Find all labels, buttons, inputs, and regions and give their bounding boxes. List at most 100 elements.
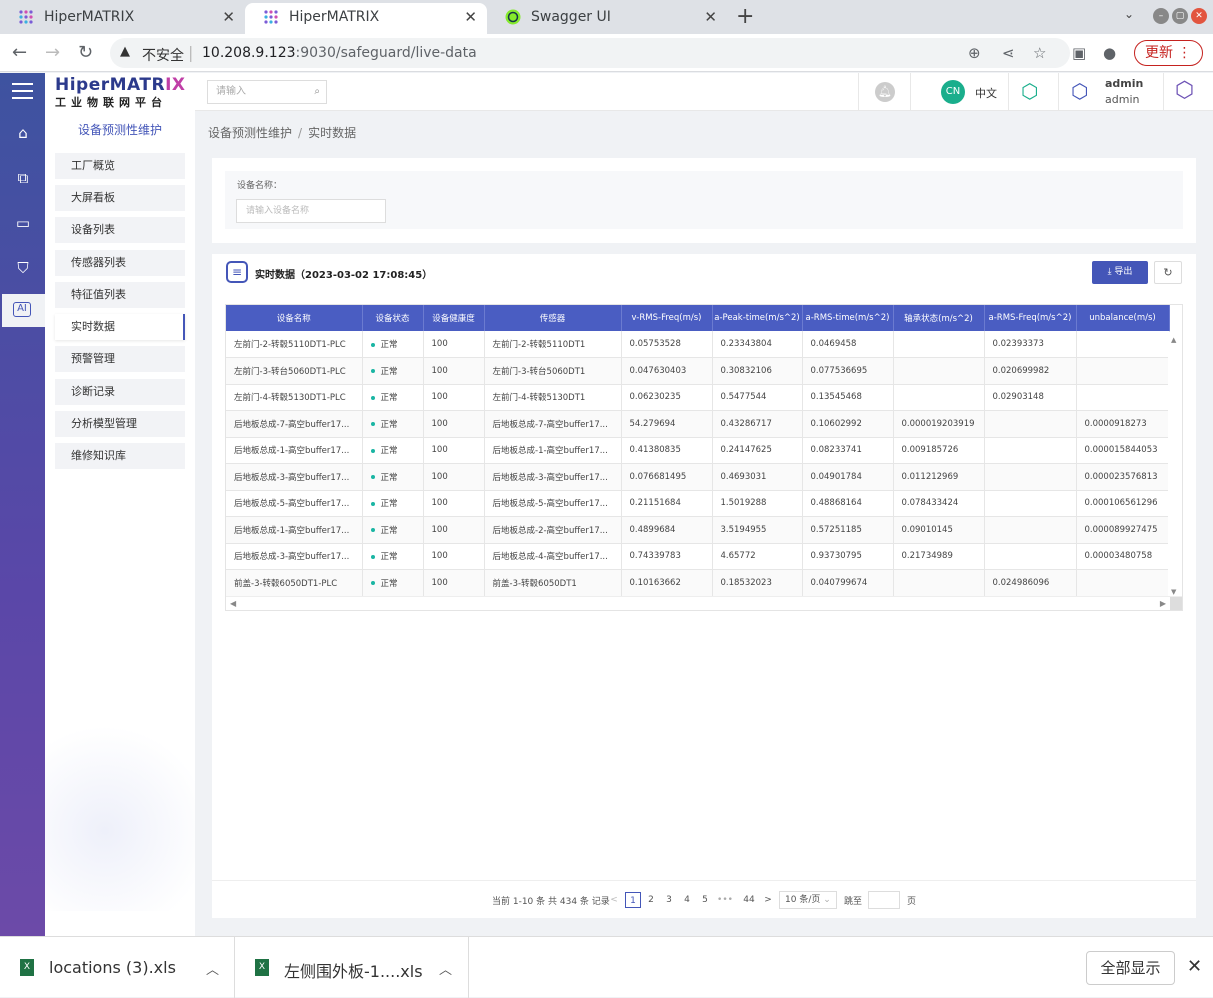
table-row[interactable]: 左前门-2-转毂5110DT1-PLC 正常 100 左前门-2-转毂5110DT1 0… — [226, 331, 1170, 358]
home-icon[interactable]: ⌂ — [12, 123, 34, 143]
hamburger-menu-icon[interactable] — [12, 83, 33, 99]
update-button[interactable]: 更新 ⋮ — [1134, 40, 1203, 66]
table-row[interactable]: 左前门-4-转毂5130DT1-PLC 正常 100 左前门-4-转毂5130DT1 0… — [226, 384, 1170, 411]
side-panel-icon[interactable]: ▣ — [1072, 44, 1086, 62]
browser-tab-2[interactable]: HiperMATRIX ✕ — [245, 3, 487, 34]
chevron-up-icon[interactable]: ︿ — [206, 959, 219, 978]
close-tab-icon[interactable]: ✕ — [222, 3, 235, 31]
sidebar-item-device-list[interactable]: 设备列表 — [55, 217, 185, 243]
horizontal-scrollbar[interactable]: ◀ ▶ — [226, 596, 1182, 610]
prev-page-button[interactable]: < — [606, 892, 622, 908]
ai-icon[interactable]: AI — [13, 302, 31, 317]
zoom-icon[interactable]: ⊕ — [968, 44, 981, 62]
reload-icon[interactable]: ↻ — [78, 42, 93, 63]
status-dot-icon — [370, 475, 375, 480]
language-label[interactable]: 中文 — [975, 85, 997, 101]
sidebar-item-models[interactable]: 分析模型管理 — [55, 411, 185, 437]
sidebar-item-feature-list[interactable]: 特征值列表 — [55, 282, 185, 308]
page-ellipsis[interactable]: ••• — [717, 892, 733, 908]
devices-icon[interactable]: ⧉ — [12, 168, 34, 188]
bell-icon[interactable]: 🔔︎ — [875, 82, 895, 102]
column-header[interactable]: 设备健康度 — [423, 305, 485, 331]
sidebar-item-knowledge-base[interactable]: 维修知识库 — [55, 443, 185, 469]
column-header[interactable]: a-Peak-time(m/s^2) — [712, 305, 803, 331]
profile-icon[interactable]: ● — [1103, 44, 1116, 62]
column-header[interactable]: 设备名称 — [226, 305, 363, 331]
next-page-button[interactable]: > — [760, 892, 776, 908]
monitor-icon[interactable]: ▭ — [12, 213, 34, 233]
show-all-downloads-button[interactable]: 全部显示 — [1086, 951, 1175, 985]
page-5-button[interactable]: 5 — [697, 892, 713, 908]
status-text: 正常 — [380, 393, 398, 404]
sidebar-item-diagnostics[interactable]: 诊断记录 — [55, 379, 185, 405]
forward-icon[interactable]: → — [45, 42, 60, 63]
page-44-button[interactable]: 44 — [741, 892, 757, 908]
tab-search-chevron-icon[interactable]: ⌄ — [1124, 7, 1134, 21]
column-header[interactable]: a-RMS-time(m/s^2) — [802, 305, 894, 331]
browser-tab-1[interactable]: HiperMATRIX ✕ — [0, 3, 245, 34]
back-icon[interactable]: ← — [12, 42, 27, 63]
table-row[interactable]: 后地板总成-7-高空buffer17... 正常 100 后地板总成-7-高空buff… — [226, 410, 1170, 438]
new-tab-icon[interactable]: + — [736, 4, 754, 29]
scroll-down-icon[interactable]: ▼ — [1171, 588, 1176, 596]
breadcrumb-parent[interactable]: 设备预测性维护 — [208, 126, 292, 140]
help-icon[interactable]: ⬡ — [1021, 79, 1038, 103]
column-header[interactable]: 设备状态 — [362, 305, 424, 331]
table-row[interactable]: 后地板总成-1-高空buffer17... 正常 100 后地板总成-1-高空buff… — [226, 437, 1170, 464]
url-field[interactable]: ▲ 不安全 | 10.208.9.123:9030/safeguard/live… — [110, 38, 1070, 68]
page-2-button[interactable]: 2 — [643, 892, 659, 908]
user-avatar-icon[interactable]: ⬡ — [1071, 79, 1088, 103]
close-tab-icon[interactable]: ✕ — [464, 3, 477, 31]
column-header[interactable]: unbalance(m/s) — [1076, 305, 1170, 331]
table-row[interactable]: 左前门-3-转台5060DT1-PLC 正常 100 左前门-3-转台5060DT1 0… — [226, 357, 1170, 385]
search-input[interactable]: 请输入 ⌕ — [207, 80, 327, 104]
scroll-left-icon[interactable]: ◀ — [230, 599, 236, 608]
sidebar-item-factory-overview[interactable]: 工厂概览 — [55, 153, 185, 179]
user-info[interactable]: admin admin — [1105, 76, 1143, 108]
column-header[interactable]: a-RMS-Freq(m/s^2) — [984, 305, 1077, 331]
scroll-up-icon[interactable]: ▲ — [1171, 336, 1176, 344]
download-item[interactable]: X 左侧围外板-1....xls ︿ — [235, 937, 469, 998]
table-row[interactable]: 后地板总成-1-高空buffer17... 正常 100 后地板总成-2-高空buff… — [226, 516, 1170, 544]
scroll-right-icon[interactable]: ▶ — [1160, 599, 1166, 608]
page-size-select[interactable]: 10 条/页 ⌄ — [779, 891, 837, 909]
column-header[interactable]: 传感器 — [484, 305, 622, 331]
minimize-window-icon[interactable]: – — [1153, 8, 1169, 24]
column-header[interactable]: 轴承状态(m/s^2) — [893, 305, 985, 331]
table-row[interactable]: 后地板总成-3-高空buffer17... 正常 100 后地板总成-3-高空buff… — [226, 463, 1170, 491]
column-header[interactable]: v-RMS-Freq(m/s) — [621, 305, 713, 331]
table-row[interactable]: 后地板总成-5-高空buffer17... 正常 100 后地板总成-5-高空buff… — [226, 490, 1170, 517]
table-cell: 100 — [423, 384, 485, 411]
sidebar-item-sensor-list[interactable]: 传感器列表 — [55, 250, 185, 276]
page-1-button[interactable]: 1 — [625, 892, 641, 908]
maximize-window-icon[interactable]: ▢ — [1172, 8, 1188, 24]
bookmark-star-icon[interactable]: ☆ — [1033, 44, 1046, 62]
shield-icon[interactable]: ⛉ — [12, 258, 34, 278]
sidebar-item-live-data[interactable]: 实时数据 — [55, 314, 185, 340]
download-item[interactable]: X locations (3).xls ︿ — [0, 937, 235, 998]
page-4-button[interactable]: 4 — [679, 892, 695, 908]
device-name-input[interactable]: 请输入设备名称 — [236, 199, 386, 223]
list-icon: ≡ — [226, 261, 248, 283]
search-icon[interactable]: ⌕ — [314, 81, 320, 103]
close-downloads-icon[interactable]: ✕ — [1187, 956, 1202, 977]
chevron-up-icon[interactable]: ︿ — [439, 959, 452, 978]
table-row[interactable]: 前盖-3-转毂6050DT1-PLC 正常 100 前盖-3-转毂6050DT1 0.1… — [226, 569, 1170, 597]
logout-icon[interactable]: ⬡ — [1175, 78, 1194, 103]
page-3-button[interactable]: 3 — [661, 892, 677, 908]
refresh-button[interactable]: ↻ — [1154, 261, 1182, 284]
sidebar-item-alerts[interactable]: 预警管理 — [55, 346, 185, 372]
browser-tab-3[interactable]: Swagger UI ✕ — [487, 3, 727, 34]
language-badge[interactable]: CN — [941, 80, 965, 104]
vertical-scrollbar[interactable]: ▲ ▼ — [1168, 332, 1182, 598]
share-icon[interactable]: ⋖ — [1002, 44, 1015, 62]
page-size-value: 10 条/页 — [785, 895, 821, 905]
goto-page-input[interactable] — [868, 891, 900, 909]
export-button[interactable]: ⤓ 导出 — [1092, 261, 1148, 284]
close-tab-icon[interactable]: ✕ — [704, 3, 717, 31]
table-row[interactable]: 后地板总成-3-高空buffer17... 正常 100 后地板总成-4-高空buff… — [226, 543, 1170, 570]
warning-icon[interactable]: ▲ — [120, 44, 130, 59]
sidebar-item-dashboard[interactable]: 大屏看板 — [55, 185, 185, 211]
close-window-icon[interactable]: ✕ — [1191, 8, 1207, 24]
url-text: 10.208.9.123:9030/safeguard/live-data — [202, 45, 477, 61]
